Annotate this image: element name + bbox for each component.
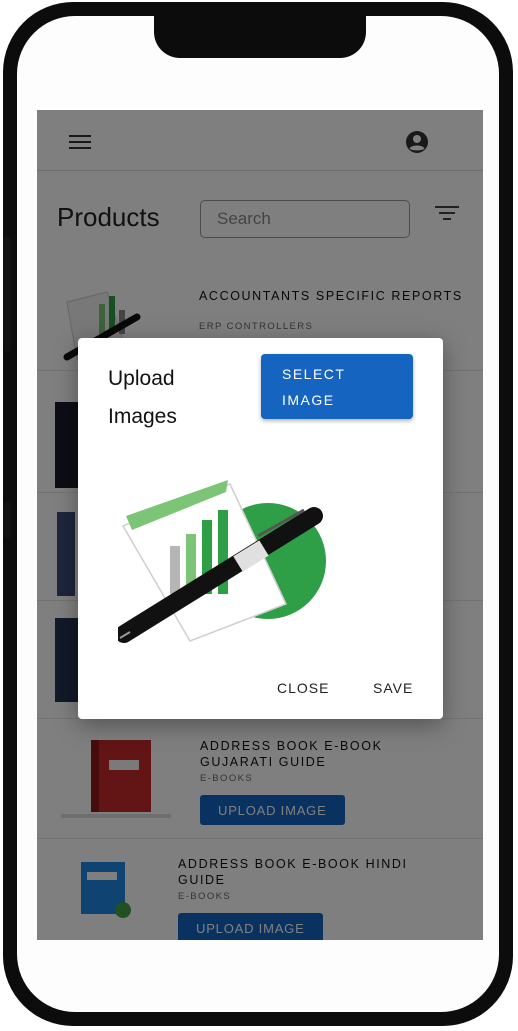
upload-images-dialog: Upload Images SELECT IMAGE CLOSE SAVE [78, 338, 443, 719]
dialog-title: Upload Images [108, 367, 177, 428]
phone-side-button [3, 502, 11, 538]
phone-notch [154, 2, 366, 58]
phone-side-button [3, 237, 11, 352]
select-image-button[interactable]: SELECT IMAGE [261, 354, 413, 419]
image-preview [118, 480, 326, 643]
close-button[interactable]: CLOSE [271, 676, 335, 700]
save-button[interactable]: SAVE [367, 676, 419, 700]
